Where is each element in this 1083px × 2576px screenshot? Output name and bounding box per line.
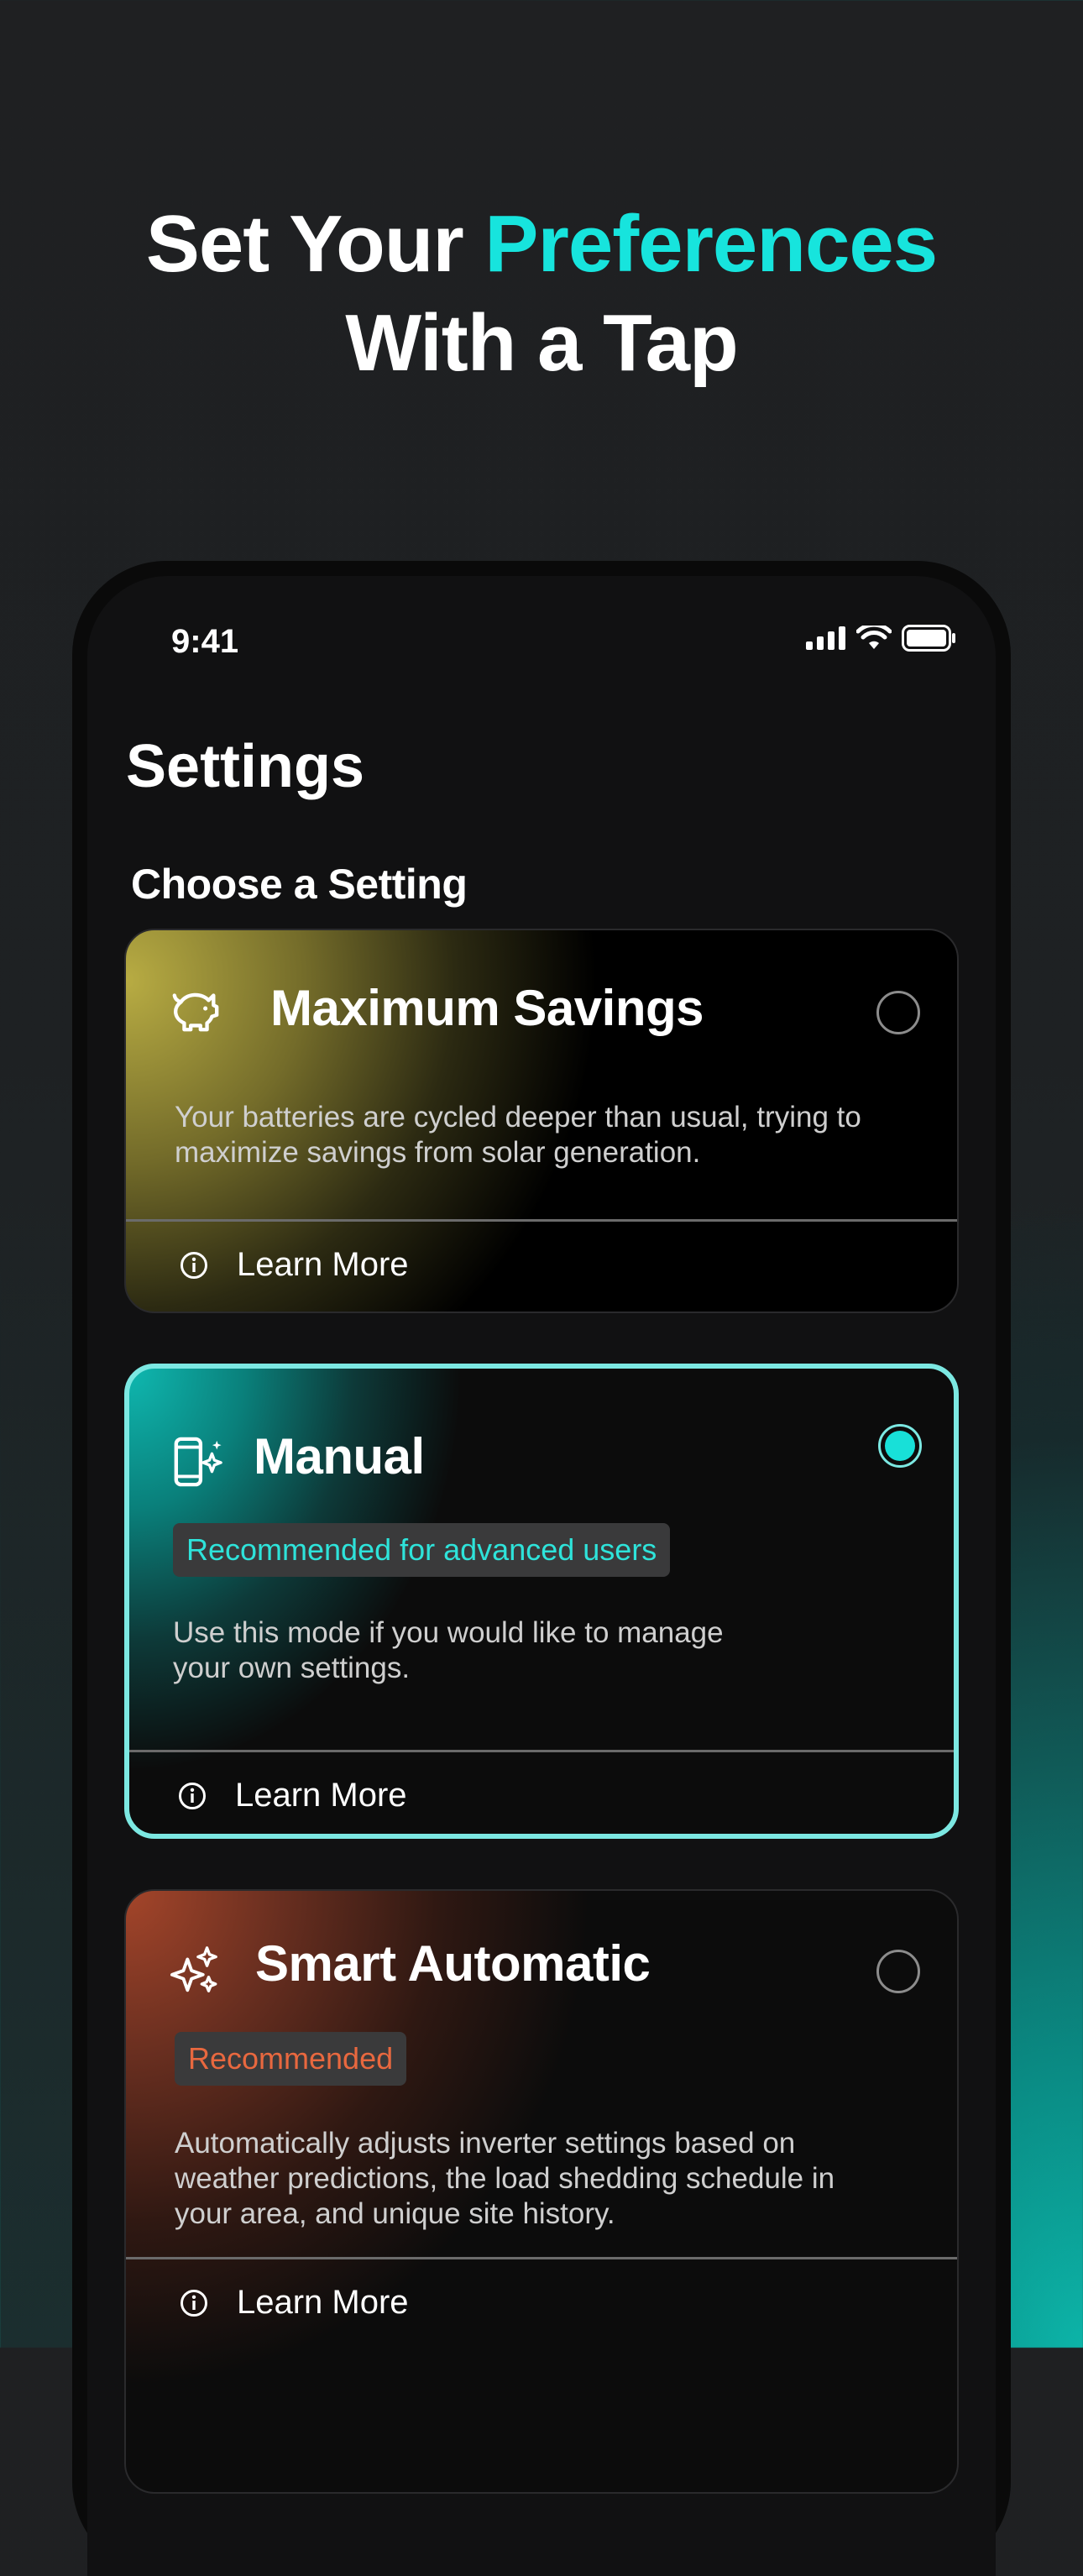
info-icon	[180, 2289, 207, 2317]
phone-frame: 9:41 Settings Choose a Setting Maximum S…	[72, 561, 1011, 2576]
divider	[126, 2257, 957, 2259]
learn-more-label: Learn More	[237, 1246, 409, 1283]
card-title: Maximum Savings	[270, 980, 704, 1036]
battery-icon	[902, 625, 955, 652]
radio-button-selected[interactable]	[878, 1424, 922, 1468]
badge-advanced-users: Recommended for advanced users	[173, 1523, 671, 1577]
card-description: Automatically adjusts inverter settings …	[175, 2127, 835, 2230]
card-description: Use this mode if you would like to manag…	[173, 1616, 724, 1684]
headline: Set Your Preferences With a Tap	[0, 195, 1083, 393]
piggy-bank-icon	[172, 992, 219, 1032]
learn-more-label: Learn More	[235, 1777, 407, 1814]
headline-prefix: Set Your	[145, 199, 485, 289]
badge-recommended: Recommended	[175, 2032, 407, 2086]
section-label: Choose a Setting	[131, 861, 468, 908]
learn-more-link[interactable]: Learn More	[180, 2284, 409, 2322]
setting-card-maximum-savings[interactable]: Maximum Savings Your batteries are cycle…	[124, 929, 959, 1313]
card-title: Smart Automatic	[255, 1935, 651, 1992]
headline-accent: Preferences	[484, 199, 938, 289]
learn-more-label: Learn More	[237, 2284, 409, 2321]
radio-button[interactable]	[876, 1950, 920, 1993]
sparkles-icon	[170, 1946, 217, 1992]
card-description: Your batteries are cycled deeper than us…	[175, 1101, 861, 1169]
divider	[126, 1219, 957, 1222]
phone-sparkle-icon	[174, 1437, 222, 1487]
info-icon	[179, 1782, 206, 1809]
page-title: Settings	[126, 733, 365, 800]
radio-button[interactable]	[876, 991, 920, 1034]
learn-more-link[interactable]: Learn More	[180, 1246, 409, 1284]
signal-icon	[806, 626, 845, 650]
info-icon	[180, 1251, 207, 1279]
status-time: 9:41	[171, 623, 239, 660]
learn-more-link[interactable]: Learn More	[178, 1777, 407, 1814]
setting-card-manual[interactable]: Manual Recommended for advanced users Us…	[124, 1364, 959, 1839]
wifi-icon	[856, 626, 892, 649]
divider	[129, 1750, 954, 1752]
headline-line2: With a Tap	[345, 298, 738, 388]
status-icons	[806, 625, 957, 652]
setting-card-smart-automatic[interactable]: Smart Automatic Recommended Automaticall…	[124, 1889, 959, 2494]
phone-screen: 9:41 Settings Choose a Setting Maximum S…	[87, 576, 996, 2576]
card-title: Manual	[254, 1428, 425, 1484]
